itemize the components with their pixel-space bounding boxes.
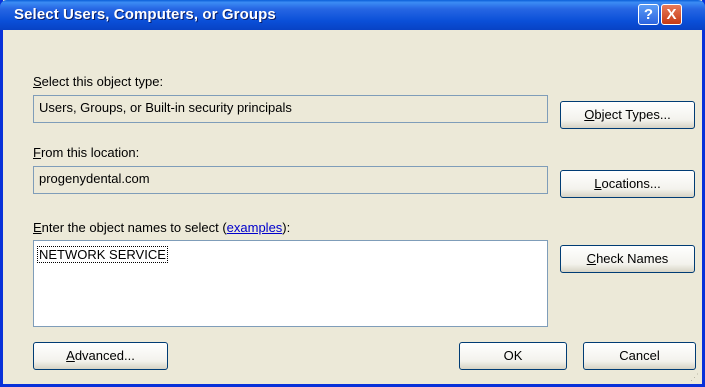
object-type-label: Select this object type: bbox=[33, 74, 164, 89]
object-names-label: Enter the object names to select (exampl… bbox=[33, 220, 291, 235]
cancel-button[interactable]: Cancel bbox=[583, 342, 696, 370]
close-icon[interactable]: X bbox=[661, 4, 682, 25]
object-names-value: NETWORK SERVICE bbox=[37, 246, 168, 263]
check-names-button[interactable]: Check Names bbox=[560, 245, 695, 273]
object-names-input[interactable]: NETWORK SERVICE bbox=[33, 240, 548, 327]
location-field: progenydental.com bbox=[33, 166, 548, 194]
object-type-field: Users, Groups, or Built-in security prin… bbox=[33, 95, 548, 123]
object-types-button[interactable]: Object Types... bbox=[560, 101, 695, 129]
dialog-title: Select Users, Computers, or Groups bbox=[14, 6, 276, 23]
examples-link[interactable]: examples bbox=[227, 220, 283, 235]
help-icon[interactable]: ? bbox=[638, 4, 659, 25]
title-bar[interactable]: Select Users, Computers, or Groups ? X bbox=[0, 0, 705, 30]
locations-button[interactable]: Locations... bbox=[560, 170, 695, 198]
location-label: From this location: bbox=[33, 145, 140, 160]
advanced-button[interactable]: Advanced... bbox=[33, 342, 168, 370]
resize-grip-icon[interactable]: ⋰ bbox=[690, 372, 700, 382]
select-users-dialog: Select Users, Computers, or Groups ? X S… bbox=[0, 0, 705, 387]
ok-button[interactable]: OK bbox=[459, 342, 567, 370]
